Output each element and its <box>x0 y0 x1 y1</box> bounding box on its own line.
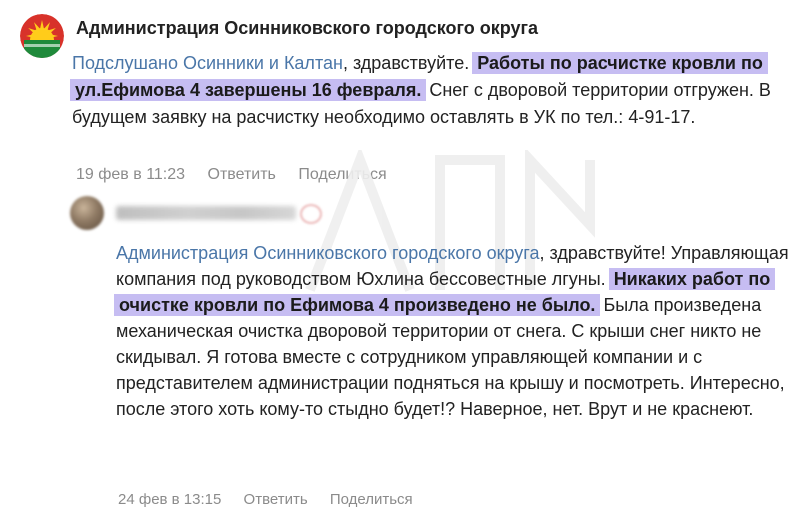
sun-emblem-icon <box>20 14 64 58</box>
reply-text: Администрация Осинниковского городского … <box>114 240 792 422</box>
reply-author-name-blurred[interactable] <box>116 206 296 220</box>
author-avatar[interactable] <box>20 14 64 58</box>
reply-meta: 24 фев в 13:15 Ответить Поделиться <box>118 491 431 508</box>
reply-mention-link[interactable]: Администрация Осинниковского городского … <box>116 243 539 263</box>
post-mention-link[interactable]: Подслушано Осинники и Калтан <box>72 53 343 73</box>
post-text-intro: , здравствуйте. <box>342 53 475 73</box>
post-meta: 19 фев в 11:23 Ответить Поделиться <box>76 166 405 184</box>
reply-date[interactable]: 24 фев в 13:15 <box>118 491 221 508</box>
reply-share-button[interactable]: Поделиться <box>330 491 413 508</box>
reply-reply-button[interactable]: Ответить <box>244 491 308 508</box>
post-share-button[interactable]: Поделиться <box>298 166 386 183</box>
post-author-name[interactable]: Администрация Осинниковского городского … <box>76 18 538 39</box>
post-date[interactable]: 19 фев в 11:23 <box>76 166 185 183</box>
post-reply-button[interactable]: Ответить <box>208 166 276 183</box>
reply-avatar[interactable] <box>70 196 104 230</box>
heart-icon <box>300 204 322 224</box>
post-text: Подслушано Осинники и Калтан, здравствуй… <box>70 50 780 131</box>
